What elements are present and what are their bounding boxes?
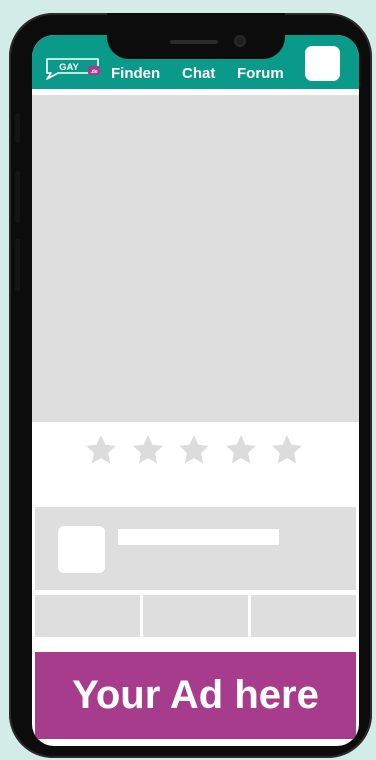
- phone-volume-down-button: [15, 239, 20, 291]
- card-title-placeholder: [118, 529, 279, 545]
- front-camera: [234, 35, 246, 47]
- action-cell[interactable]: [143, 595, 248, 637]
- profile-image-placeholder[interactable]: [32, 95, 359, 422]
- phone-volume-up-button: [15, 171, 20, 223]
- profile-card-placeholder[interactable]: [35, 507, 356, 590]
- card-thumbnail-placeholder: [58, 526, 105, 573]
- profile-avatar-button[interactable]: [305, 46, 340, 81]
- star-icon[interactable]: [177, 433, 211, 467]
- star-icon[interactable]: [84, 433, 118, 467]
- star-rating[interactable]: [84, 433, 304, 469]
- logo-badge: .de: [90, 69, 97, 75]
- ad-banner[interactable]: Your Ad here: [35, 652, 356, 739]
- app-screen: GAY .de Finden Chat Forum Your Ad here: [32, 35, 359, 746]
- action-cells: [35, 595, 356, 637]
- action-cell[interactable]: [35, 595, 140, 637]
- logo-text: GAY: [59, 62, 79, 73]
- phone-notch: [107, 13, 285, 59]
- nav-finden[interactable]: Finden: [111, 65, 160, 82]
- star-icon[interactable]: [224, 433, 258, 467]
- speaker-grille: [170, 40, 218, 44]
- star-icon[interactable]: [270, 433, 304, 467]
- nav-chat[interactable]: Chat: [182, 65, 215, 82]
- star-icon[interactable]: [131, 433, 165, 467]
- nav-forum[interactable]: Forum: [237, 65, 284, 82]
- action-cell[interactable]: [251, 595, 356, 637]
- gay-logo[interactable]: GAY .de: [44, 56, 102, 82]
- phone-side-button: [15, 113, 20, 143]
